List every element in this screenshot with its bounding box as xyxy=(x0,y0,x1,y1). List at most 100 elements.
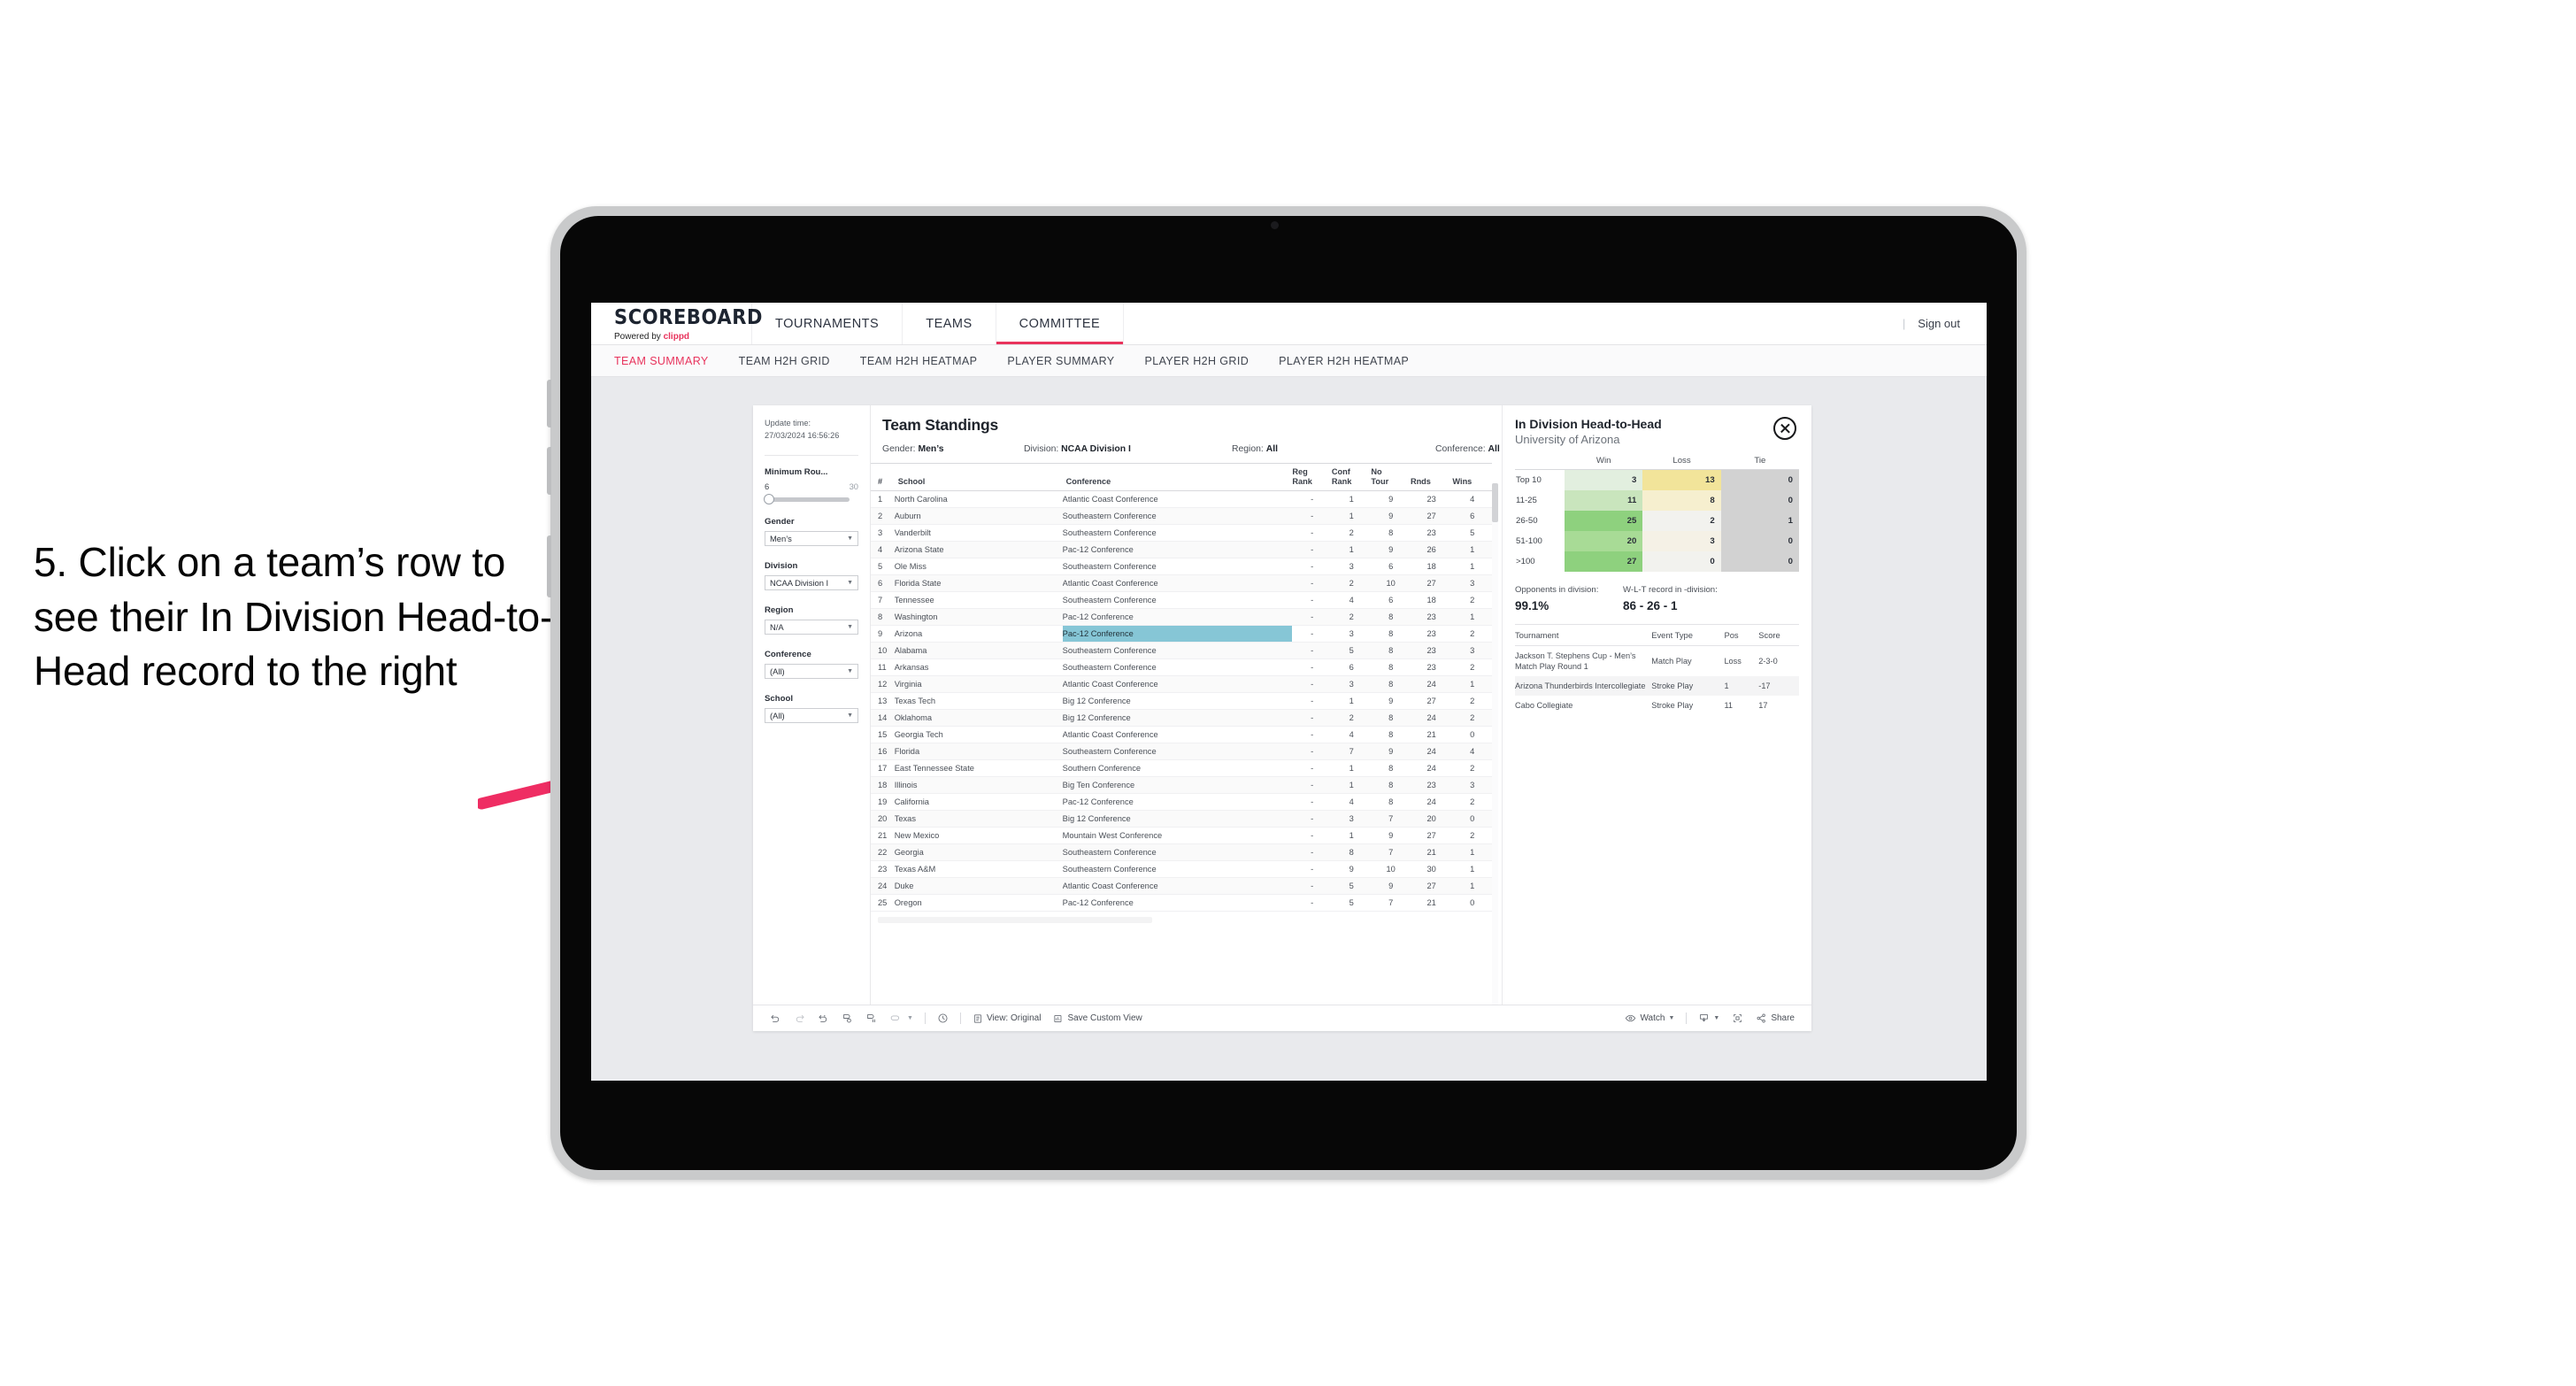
record-value: 86 - 26 - 1 xyxy=(1623,598,1678,612)
horizontal-scrollbar[interactable] xyxy=(878,917,1152,924)
table-row[interactable]: 21 New Mexico Mountain West Conference -1 9 2… xyxy=(871,827,1492,845)
vertical-scrollbar-thumb[interactable] xyxy=(1492,483,1498,522)
cell-conf-rank: 1 xyxy=(1331,759,1372,778)
col-school[interactable]: School xyxy=(894,462,1063,492)
cell-conference: Pac-12 Conference xyxy=(1062,793,1293,812)
table-row[interactable]: 8 Washington Pac-12 Conference -2 8 23 1 xyxy=(871,608,1492,627)
h2h-col-win: Win xyxy=(1565,456,1643,470)
brand-logo[interactable]: SCOREBOARD Powered by clippd xyxy=(591,303,762,344)
cell-school: California xyxy=(894,793,1063,812)
col-wins[interactable]: Wins xyxy=(1452,462,1492,492)
col-conference[interactable]: Conference xyxy=(1062,462,1293,492)
cell-school: Florida xyxy=(894,743,1063,761)
cell-reg-rank: - xyxy=(1292,574,1332,593)
col-pos[interactable]: Pos xyxy=(1724,623,1759,646)
table-row[interactable]: 16 Florida Southeastern Conference -7 9 24 4 xyxy=(871,743,1492,761)
min-rounds-slider-handle[interactable] xyxy=(764,494,774,505)
nav-item-committee[interactable]: COMMITTEE xyxy=(996,303,1125,344)
tab-team-h2h-heatmap[interactable]: TEAM H2H HEATMAP xyxy=(860,355,978,367)
table-row[interactable]: 9 Arizona Pac-12 Conference -3 8 23 2 xyxy=(871,625,1492,643)
share-button[interactable]: Share xyxy=(1749,1013,1801,1024)
download-icon[interactable]: ▼ xyxy=(1692,1013,1726,1024)
cell-wins: 3 xyxy=(1452,574,1492,593)
region-select[interactable]: N/A ▼ xyxy=(765,619,858,635)
refresh-icon[interactable] xyxy=(835,1013,859,1024)
save-custom-view-button[interactable]: Save Custom View xyxy=(1047,1013,1148,1024)
cell-no-tour: 8 xyxy=(1371,793,1411,812)
gender-select[interactable]: Men’s ▼ xyxy=(765,530,858,546)
col-no-tour[interactable]: No Tour xyxy=(1371,462,1411,492)
tab-team-h2h-grid[interactable]: TEAM H2H GRID xyxy=(739,355,830,367)
cell-reg-rank: - xyxy=(1292,490,1332,509)
table-row[interactable]: 10 Alabama Southeastern Conference -5 8 23 3 xyxy=(871,642,1492,660)
table-row[interactable]: 14 Oklahoma Big 12 Conference -2 8 24 2 xyxy=(871,709,1492,728)
col-tournament[interactable]: Tournament xyxy=(1515,623,1652,646)
undo-icon[interactable] xyxy=(764,1013,788,1024)
table-row[interactable]: 5 Ole Miss Southeastern Conference -3 6 18 1 xyxy=(871,558,1492,576)
tab-team-summary[interactable]: TEAM SUMMARY xyxy=(614,355,709,367)
table-row[interactable]: 13 Texas Tech Big 12 Conference -1 9 27 2 xyxy=(871,692,1492,711)
table-row[interactable]: 15 Georgia Tech Atlantic Coast Conference -… xyxy=(871,726,1492,744)
watch-button[interactable]: Watch ▼ xyxy=(1619,1013,1680,1024)
cell-reg-rank: - xyxy=(1292,709,1332,728)
filter-min-rounds: Minimum Rou... 6 30 xyxy=(764,467,858,505)
fullscreen-icon[interactable] xyxy=(1726,1013,1749,1024)
tab-player-h2h-grid[interactable]: PLAYER H2H GRID xyxy=(1145,355,1250,367)
col-reg-rank[interactable]: Reg Rank xyxy=(1292,462,1332,492)
h2h-grid-table: Win Loss Tie Top 10 3 13 0 11-25 11 8 0 26-50 25 2… xyxy=(1515,456,1799,572)
table-row[interactable]: 1 North Carolina Atlantic Coast Conference… xyxy=(871,490,1492,509)
filter-divider xyxy=(765,454,858,456)
nav-item-teams[interactable]: TEAMS xyxy=(903,303,996,344)
table-row[interactable]: 18 Illinois Big Ten Conference -1 8 23 3 xyxy=(871,776,1492,795)
table-row[interactable]: 2 Auburn Southeastern Conference -1 9 27 6 xyxy=(871,507,1492,526)
col-rank[interactable]: # xyxy=(871,462,895,492)
table-row[interactable]: 6 Florida State Atlantic Coast Conference -… xyxy=(871,574,1492,593)
col-score[interactable]: Score xyxy=(1758,623,1799,646)
school-select[interactable]: (All) ▼ xyxy=(765,707,858,723)
cell-wins: 3 xyxy=(1452,776,1492,795)
view-original-button[interactable]: View: Original xyxy=(966,1013,1048,1024)
sign-out-link[interactable]: Sign out xyxy=(1918,317,1960,330)
tab-player-summary[interactable]: PLAYER SUMMARY xyxy=(1007,355,1114,367)
standings-section: Team Standings Gender: Men’s Division: N… xyxy=(871,405,1502,1005)
vertical-scrollbar-track[interactable] xyxy=(1492,483,1498,1005)
h2h-col-tie: Tie xyxy=(1720,456,1799,470)
tournament-row[interactable]: Arizona Thunderbirds Intercollegiate Stro… xyxy=(1515,675,1799,696)
cell-rank: 22 xyxy=(871,843,895,862)
tournament-row[interactable]: Cabo Collegiate Stroke Play 11 17 xyxy=(1515,696,1799,715)
table-row[interactable]: 25 Oregon Pac-12 Conference -5 7 21 0 xyxy=(871,894,1492,912)
update-time-value: 27/03/2024 16:56:26 xyxy=(765,430,840,440)
col-conf-rank[interactable]: Conf Rank xyxy=(1331,462,1372,492)
table-row[interactable]: 4 Arizona State Pac-12 Conference -1 9 26 1 xyxy=(871,541,1492,559)
revert-icon[interactable] xyxy=(811,1013,835,1024)
chevron-down-icon: ▼ xyxy=(1668,1015,1675,1021)
division-select[interactable]: NCAA Division I ▼ xyxy=(765,574,858,590)
table-row[interactable]: 7 Tennessee Southeastern Conference -4 6 18 2 xyxy=(871,591,1492,610)
tournament-row[interactable]: Jackson T. Stephens Cup - Men’s Match Pl… xyxy=(1515,645,1799,676)
cell-rank: 25 xyxy=(871,894,895,912)
nav-item-tournaments[interactable]: TOURNAMENTS xyxy=(752,303,904,344)
clock-icon[interactable] xyxy=(931,1013,955,1024)
redo-icon[interactable] xyxy=(788,1013,811,1024)
close-icon[interactable] xyxy=(1773,417,1796,440)
table-row[interactable]: 12 Virginia Atlantic Coast Conference -3 8 24… xyxy=(871,675,1492,694)
region-icon[interactable]: ▼ xyxy=(883,1013,919,1024)
min-rounds-slider[interactable] xyxy=(764,494,850,505)
col-rnds[interactable]: Rnds xyxy=(1410,462,1453,492)
table-row[interactable]: 19 California Pac-12 Conference -4 8 24 2 xyxy=(871,793,1492,812)
pause-icon[interactable] xyxy=(859,1013,883,1024)
table-row[interactable]: 23 Texas A&M Southeastern Conference -9 10 30… xyxy=(871,860,1492,879)
table-row[interactable]: 3 Vanderbilt Southeastern Conference -2 8 23 5 xyxy=(871,524,1492,543)
cell-rank: 14 xyxy=(871,709,895,728)
standings-table-wrap: # School Conference Reg Rank Conf Rank No T… xyxy=(871,462,1502,1005)
tab-player-h2h-heatmap[interactable]: PLAYER H2H HEATMAP xyxy=(1279,355,1409,367)
table-row[interactable]: 11 Arkansas Southeastern Conference -6 8 23 2 xyxy=(871,658,1492,677)
table-row[interactable]: 17 East Tennessee State Southern Conferenc… xyxy=(871,759,1492,778)
col-event-type[interactable]: Event Type xyxy=(1651,623,1725,646)
conference-select[interactable]: (All) ▼ xyxy=(765,663,858,679)
table-row[interactable]: 22 Georgia Southeastern Conference -8 7 21 1 xyxy=(871,843,1492,862)
table-row[interactable]: 20 Texas Big 12 Conference -3 7 20 0 xyxy=(871,810,1492,828)
cell-rnds: 24 xyxy=(1410,675,1453,694)
table-row[interactable]: 24 Duke Atlantic Coast Conference -5 9 27 1 xyxy=(871,877,1492,896)
tournament-name: Cabo Collegiate xyxy=(1515,700,1573,710)
